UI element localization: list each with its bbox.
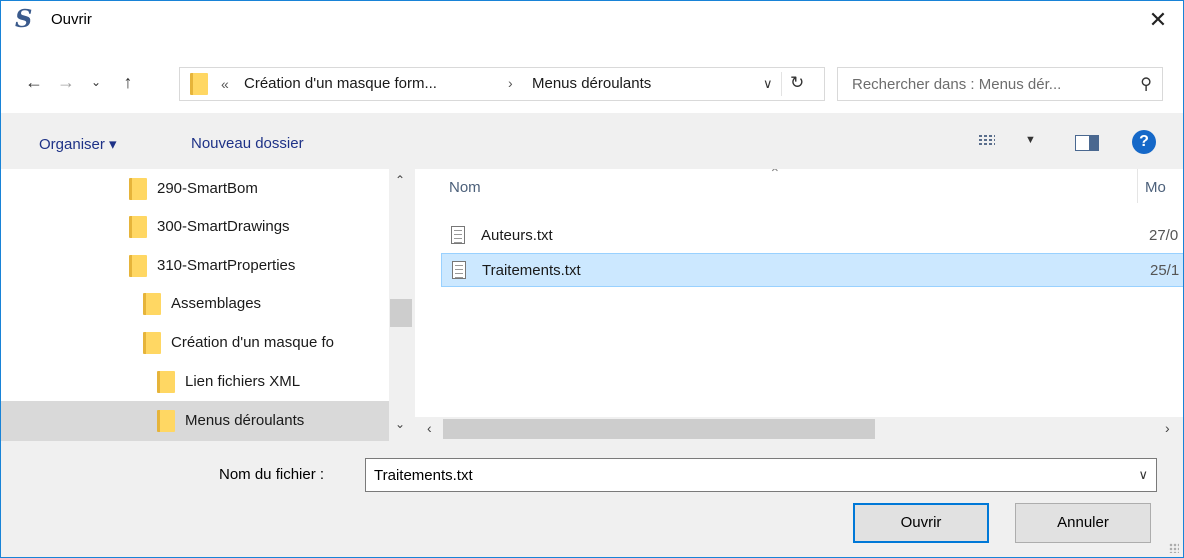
scroll-down-icon[interactable]: ⌄ <box>395 417 405 431</box>
column-header-name[interactable]: Nom <box>449 179 481 196</box>
close-icon[interactable]: ✕ <box>1143 5 1173 35</box>
window-title: Ouvrir <box>51 11 92 28</box>
filename-input[interactable]: Traitements.txt ∨ <box>365 458 1157 492</box>
scrollbar-thumb[interactable] <box>443 419 875 439</box>
preview-pane-icon[interactable] <box>1075 135 1099 151</box>
chevron-down-icon[interactable]: ⌄ <box>85 71 107 93</box>
file-name: Traitements.txt <box>482 262 581 279</box>
search-placeholder: Rechercher dans : Menus dér... <box>852 76 1062 93</box>
refresh-icon[interactable]: ↻ <box>790 73 804 93</box>
help-icon[interactable]: ? <box>1132 130 1156 154</box>
sort-ascending-icon: ⌃ <box>769 169 781 181</box>
tree-item-label: Menus déroulants <box>185 412 305 429</box>
app-icon: S <box>15 4 33 33</box>
chevron-down-icon[interactable]: ∨ <box>1138 467 1148 483</box>
tree-item-label: 310-SmartProperties <box>157 257 296 274</box>
organiser-menu-button[interactable]: Organiser ▾ <box>39 135 117 153</box>
arrow-left-icon[interactable]: ← <box>23 71 45 93</box>
breadcrumb-separator[interactable]: › <box>508 75 513 91</box>
open-button[interactable]: Ouvrir <box>853 503 989 543</box>
tree-item-label: 300-SmartDrawings <box>157 218 290 235</box>
tree-item-label: 290-SmartBom <box>157 180 258 197</box>
filename-label: Nom du fichier : <box>219 466 325 483</box>
arrow-right-icon[interactable]: → <box>55 71 77 93</box>
breadcrumb-item[interactable]: Menus déroulants <box>532 75 651 92</box>
file-name: Auteurs.txt <box>481 227 553 244</box>
text-file-icon <box>452 261 466 279</box>
file-row[interactable]: Auteurs.txt 27/0 <box>441 219 1183 253</box>
new-folder-button[interactable]: Nouveau dossier <box>191 135 304 152</box>
breadcrumb-item[interactable]: Création d'un masque form... <box>244 75 437 92</box>
column-divider[interactable] <box>1137 169 1138 203</box>
address-dropdown-icon[interactable]: ∨ <box>763 76 773 92</box>
navigation-bar: ← → ⌄ ↑ « Création d'un masque form... ›… <box>1 39 1183 113</box>
scroll-right-icon[interactable]: › <box>1165 420 1170 436</box>
address-bar[interactable]: « Création d'un masque form... › Menus d… <box>179 67 825 101</box>
scroll-up-icon[interactable]: ⌃ <box>395 173 405 187</box>
cancel-button[interactable]: Annuler <box>1015 503 1151 543</box>
folder-icon <box>143 293 161 315</box>
resize-grip[interactable] <box>1169 543 1179 553</box>
file-horizontal-scrollbar[interactable]: ‹ › <box>415 417 1183 441</box>
title-bar[interactable]: S Ouvrir ✕ <box>1 1 1183 39</box>
file-date: 27/0 <box>1149 227 1179 244</box>
arrow-up-icon[interactable]: ↑ <box>117 71 139 93</box>
folder-icon <box>157 410 175 432</box>
folder-icon <box>129 178 147 200</box>
folder-icon <box>143 332 161 354</box>
file-list: ⌃ Nom Mo Auteurs.txt 27/0 Traitements.tx… <box>415 169 1183 441</box>
scrollbar-thumb[interactable] <box>390 299 412 327</box>
folder-icon <box>129 255 147 277</box>
search-input[interactable]: Rechercher dans : Menus dér... ⚲ <box>837 67 1163 101</box>
file-date: 25/1 <box>1150 262 1180 279</box>
tree-vertical-scrollbar[interactable]: ⌃ ⌄ <box>389 169 413 441</box>
text-file-icon <box>451 226 465 244</box>
folder-icon <box>157 371 175 393</box>
tree-item-label: Assemblages <box>171 295 262 312</box>
command-toolbar: Organiser ▾ Nouveau dossier ▼ ? <box>1 113 1183 169</box>
view-list-icon[interactable] <box>979 133 997 149</box>
search-icon[interactable]: ⚲ <box>1140 74 1152 94</box>
navigation-tree: 290-SmartBom 300-SmartDrawings 310-Smart… <box>1 169 413 441</box>
address-divider <box>781 72 782 96</box>
tree-item-label: Création d'un masque fo <box>171 334 334 351</box>
open-file-dialog: S Ouvrir ✕ ← → ⌄ ↑ « Création d'un masqu… <box>0 0 1184 558</box>
folder-icon <box>190 73 208 95</box>
tree-item-label: Lien fichiers XML <box>185 373 301 390</box>
file-row-selected[interactable]: Traitements.txt 25/1 <box>441 253 1183 287</box>
breadcrumb-overflow[interactable]: « <box>221 76 229 92</box>
folder-icon <box>129 216 147 238</box>
scroll-left-icon[interactable]: ‹ <box>427 420 432 436</box>
filename-value: Traitements.txt <box>374 467 473 484</box>
view-dropdown-icon[interactable]: ▼ <box>1025 134 1036 146</box>
column-header-modified[interactable]: Mo <box>1145 179 1166 196</box>
